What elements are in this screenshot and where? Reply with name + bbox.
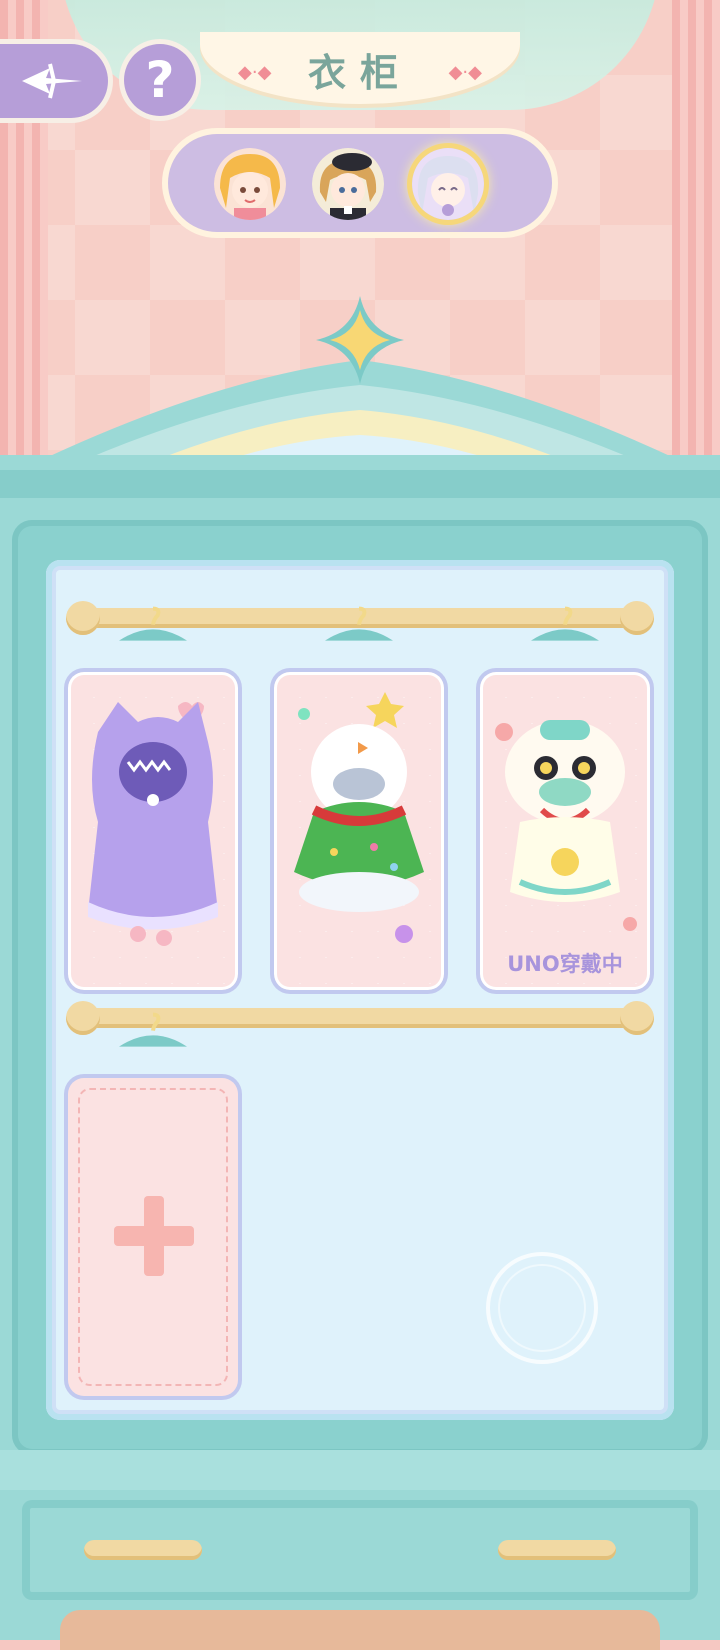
hanger-icon (119, 1012, 187, 1047)
outfit-card-2[interactable] (274, 672, 444, 990)
wardrobe-drawer[interactable] (22, 1500, 698, 1600)
wardrobe-cornice (0, 470, 720, 498)
add-outfit-slot[interactable] (68, 1078, 238, 1396)
wearing-status-label: UNO穿戴中 (507, 952, 623, 976)
hanger-icon (119, 606, 187, 641)
outfit-card-1[interactable] (68, 672, 238, 990)
character-avatar-3[interactable] (412, 148, 484, 220)
rail-end-left-1 (66, 601, 100, 635)
rail-end-right-1 (620, 601, 654, 635)
star-ornament-icon (316, 296, 404, 384)
rail-end-left-2 (66, 1001, 100, 1035)
avatar-beret-boy-icon (312, 148, 384, 220)
wardrobe-plinth (0, 1450, 720, 1490)
question-icon: ? (145, 51, 175, 109)
plus-icon (114, 1196, 194, 1276)
help-button[interactable]: ? (124, 44, 196, 116)
hanger-icon (531, 606, 599, 641)
avatar-blonde-girl-icon (214, 148, 286, 220)
title-right-ornament-icon: ◆·◆ (448, 62, 482, 83)
drawer-handle-left (84, 1540, 202, 1560)
virtual-joystick[interactable] (486, 1252, 598, 1364)
back-button[interactable] (0, 44, 108, 118)
avatar-silver-hair-girl-icon (412, 148, 484, 220)
christmas-tree-snowman-costume-icon (294, 692, 424, 943)
hanger-icon (325, 606, 393, 641)
outfit-card-3[interactable]: UNO穿戴中 (480, 672, 650, 990)
back-arrow-icon (22, 63, 82, 99)
title-plate: ◆·◆ 衣柜 ◆·◆ (200, 32, 520, 104)
character-avatar-1[interactable] (214, 148, 286, 220)
character-avatar-2[interactable] (312, 148, 384, 220)
floor-rug (60, 1610, 660, 1650)
character-selector (168, 134, 552, 232)
purple-hooded-cloak-icon (88, 702, 218, 946)
rail-end-right-2 (620, 1001, 654, 1035)
drawer-handle-right (498, 1540, 616, 1560)
lion-dance-costume-icon (495, 720, 637, 931)
